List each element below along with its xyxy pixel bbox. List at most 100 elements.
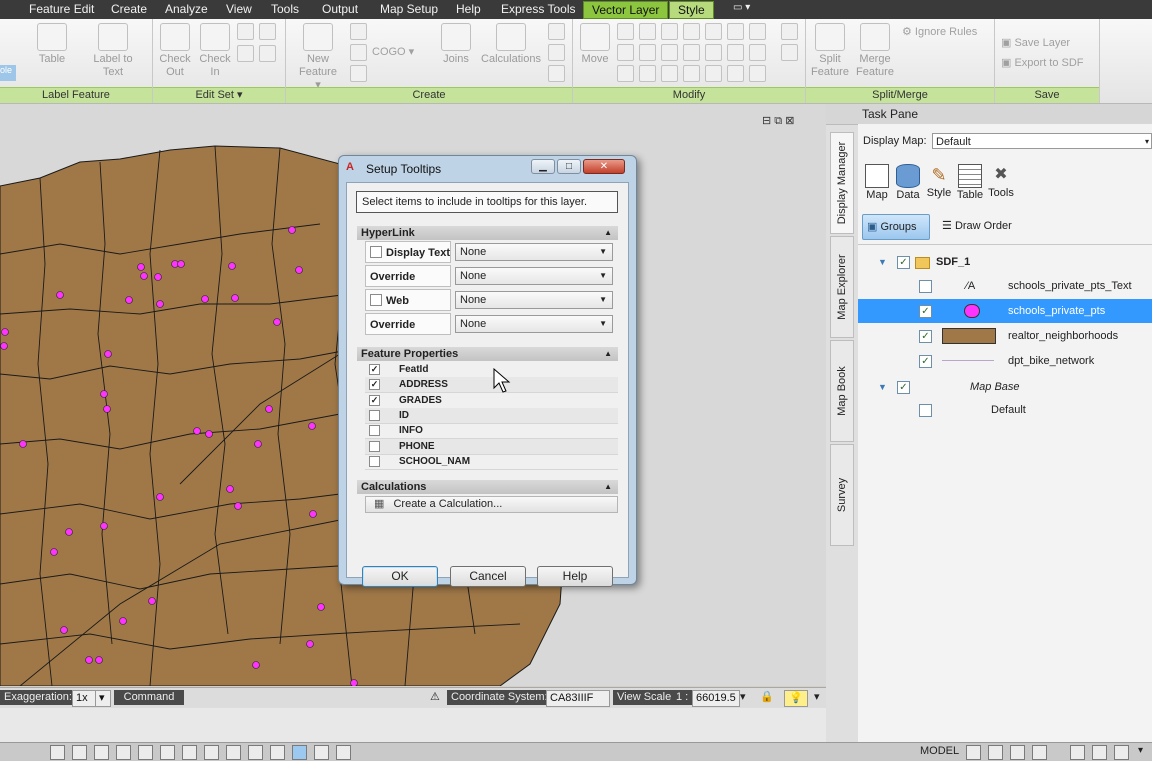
data-tool-button[interactable]: Data: [893, 164, 923, 201]
menu-help[interactable]: Help: [456, 2, 481, 16]
tab-map-book[interactable]: Map Book: [830, 340, 854, 442]
tree-layer-neighborhoods[interactable]: ✓ realtor_neighborhoods: [858, 324, 1152, 348]
property-row[interactable]: PHONE: [365, 438, 618, 455]
tree-layer-bike[interactable]: ✓ dpt_bike_network: [858, 349, 1152, 373]
panel-title-edit-set[interactable]: Edit Set ▾: [153, 87, 285, 103]
chevron-down-icon[interactable]: ▾: [740, 690, 746, 705]
web-address-checkbox[interactable]: [370, 294, 382, 306]
snap-icon[interactable]: [50, 745, 65, 760]
property-checkbox[interactable]: ✓: [369, 394, 380, 406]
modify-tool-icon[interactable]: [749, 44, 766, 61]
coordinate-system-value[interactable]: CA83IIIF: [546, 690, 610, 707]
create-tool-icon[interactable]: [548, 44, 565, 61]
save-layer-button[interactable]: ▣ Save Layer: [1001, 36, 1070, 49]
ortho-icon[interactable]: [116, 745, 131, 760]
menu-feature-edit[interactable]: Feature Edit: [29, 2, 94, 16]
map-tool-button[interactable]: Map: [862, 164, 892, 201]
grid-icon[interactable]: [94, 745, 109, 760]
property-checkbox[interactable]: [369, 455, 380, 467]
selection-cycling-icon[interactable]: [314, 745, 329, 760]
groups-button[interactable]: ▣ Groups: [862, 214, 930, 240]
maximize-button[interactable]: □: [557, 159, 581, 174]
property-row[interactable]: ✓ GRADES: [365, 393, 618, 409]
layer-checkbox[interactable]: [919, 280, 932, 293]
modify-tool-icon[interactable]: [781, 44, 798, 61]
cogo-icon[interactable]: [350, 44, 367, 61]
modify-tool-icon[interactable]: [781, 23, 798, 40]
property-checkbox[interactable]: [369, 409, 380, 421]
property-row[interactable]: ID: [365, 407, 618, 424]
group-checkbox[interactable]: ✓: [897, 256, 910, 269]
modify-tool-icon[interactable]: [661, 65, 678, 82]
expand-icon[interactable]: ▼: [878, 250, 887, 274]
modify-tool-icon[interactable]: [639, 23, 656, 40]
check-out-button[interactable]: Check Out: [155, 23, 195, 79]
create-tool-icon[interactable]: [548, 23, 565, 40]
property-row[interactable]: ✓ ADDRESS: [365, 377, 618, 394]
chevron-down-icon[interactable]: ▾: [1138, 745, 1143, 756]
menu-create[interactable]: Create: [111, 2, 147, 16]
cancel-button[interactable]: Cancel: [450, 566, 526, 587]
view-scale-value[interactable]: 66019.5: [692, 690, 740, 707]
property-checkbox[interactable]: ✓: [369, 364, 380, 375]
property-checkbox[interactable]: [369, 425, 380, 437]
osnap-icon[interactable]: [160, 745, 175, 760]
modify-tool-icon[interactable]: [727, 65, 744, 82]
menu-map-setup[interactable]: Map Setup: [380, 2, 438, 16]
ribbon-options-icon[interactable]: ▭ ▾: [733, 2, 750, 13]
tab-map-explorer[interactable]: Map Explorer: [830, 236, 854, 338]
dyn-icon[interactable]: [226, 745, 241, 760]
annotation-scale-icon[interactable]: [1092, 745, 1107, 760]
modify-tool-icon[interactable]: [683, 65, 700, 82]
edit-tool-icon[interactable]: [259, 23, 276, 40]
collapse-icon[interactable]: ▲: [604, 347, 612, 361]
layer-checkbox[interactable]: ✓: [919, 305, 932, 318]
grid-icon[interactable]: [72, 745, 87, 760]
modify-tool-icon[interactable]: [749, 65, 766, 82]
ducs-icon[interactable]: [204, 745, 219, 760]
modify-tool-icon[interactable]: [749, 23, 766, 40]
menu-output[interactable]: Output: [322, 2, 358, 16]
menu-view[interactable]: View: [226, 2, 252, 16]
collapse-icon[interactable]: ▲: [604, 480, 612, 494]
hyperlink-section-header[interactable]: HyperLink ▲: [357, 226, 618, 240]
calculations-button[interactable]: Calculations: [478, 23, 544, 66]
table-tool-button[interactable]: Table: [955, 164, 985, 201]
modify-tool-icon[interactable]: [683, 23, 700, 40]
minimize-button[interactable]: ▁: [531, 159, 555, 174]
menu-analyze[interactable]: Analyze: [165, 2, 208, 16]
modify-tool-icon[interactable]: [639, 65, 656, 82]
edit-tool-icon[interactable]: [237, 45, 254, 62]
web-address-select[interactable]: None ▼: [455, 291, 613, 309]
clean-screen-icon[interactable]: [1114, 745, 1129, 760]
override-select[interactable]: None ▼: [455, 315, 613, 333]
style-tool-button[interactable]: ✎ Style: [924, 164, 954, 199]
modify-tool-icon[interactable]: [617, 65, 634, 82]
tree-layer-schools-selected[interactable]: ✓ schools_private_pts: [858, 299, 1152, 323]
tree-layer-text[interactable]: ⁄A schools_private_pts_Text: [858, 274, 1152, 298]
warning-icon[interactable]: ⚠: [430, 690, 440, 705]
modify-tool-icon[interactable]: [683, 44, 700, 61]
tree-group-sdf1[interactable]: ▼ ✓ SDF_1: [858, 250, 1152, 274]
label-to-text-button[interactable]: Label to Text: [86, 23, 140, 79]
exaggeration-value[interactable]: 1x: [72, 690, 96, 707]
tree-group-map-base[interactable]: ▼ ✓ Map Base: [858, 375, 1152, 399]
split-feature-button[interactable]: Split Feature: [808, 23, 852, 79]
modify-tool-icon[interactable]: [727, 44, 744, 61]
modify-tool-icon[interactable]: [727, 23, 744, 40]
override-select[interactable]: None ▼: [455, 267, 613, 285]
layout-icon[interactable]: [1010, 745, 1025, 760]
ignore-rules-button[interactable]: ⚙ Ignore Rules: [902, 25, 977, 38]
display-text-select[interactable]: None ▼: [455, 243, 613, 261]
move-button[interactable]: Move: [577, 23, 613, 66]
layer-checkbox[interactable]: ✓: [919, 330, 932, 343]
create-calculation-button[interactable]: ▦ Create a Calculation...: [365, 496, 618, 513]
modify-tool-icon[interactable]: [661, 23, 678, 40]
web-address-checkbox-label[interactable]: Web Address: [365, 289, 451, 329]
property-row[interactable]: ✓ FeatId: [365, 362, 618, 378]
expand-icon[interactable]: ▼: [878, 375, 887, 399]
property-row[interactable]: SCHOOL_NAM: [365, 454, 618, 470]
display-map-select[interactable]: Default ▾: [932, 133, 1152, 149]
lock-icon[interactable]: 🔒: [760, 690, 774, 705]
transparency-icon[interactable]: [270, 745, 285, 760]
